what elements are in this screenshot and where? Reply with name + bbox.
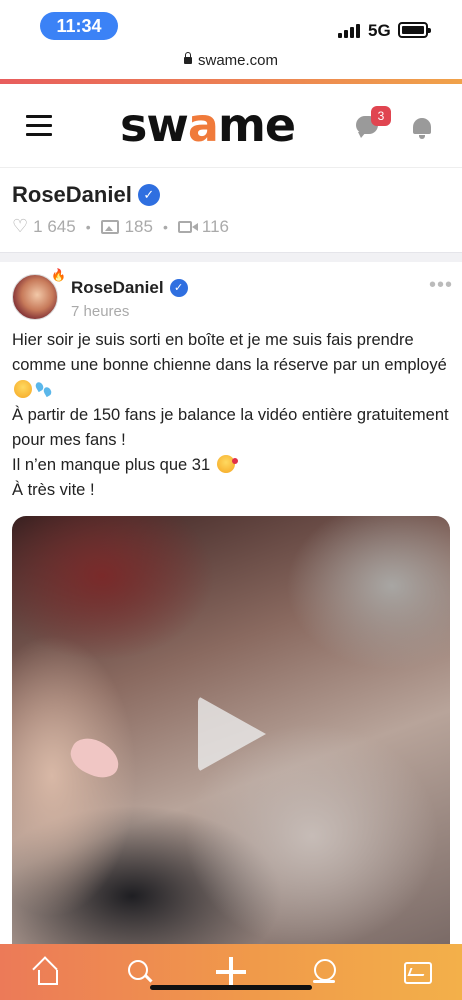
profile-header: RoseDaniel ✓: [12, 182, 160, 208]
likes-stat: ♡ 1 645: [12, 216, 76, 236]
lock-icon: [183, 52, 192, 64]
video-camera-icon: [177, 220, 198, 233]
profile-stats: ♡ 1 645 • 185 • 116: [12, 216, 229, 237]
more-options-icon[interactable]: •••: [429, 275, 453, 295]
image-icon: [100, 219, 119, 234]
url-bar[interactable]: swame.com: [0, 52, 462, 78]
video-content: [65, 732, 125, 784]
flame-icon: 🔥: [51, 268, 66, 282]
play-icon[interactable]: [198, 696, 266, 772]
status-bar: 11:34 5G: [0, 0, 462, 50]
post-author: RoseDaniel ✓: [71, 278, 188, 298]
clock: 11:34: [40, 12, 118, 40]
bottom-nav: [0, 944, 462, 1000]
swame-logo[interactable]: swame: [120, 98, 296, 152]
verified-icon: ✓: [169, 279, 188, 297]
signal-icon: [338, 24, 360, 38]
kiss-emoji-icon: [216, 455, 238, 473]
post-video[interactable]: [12, 516, 450, 946]
menu-icon[interactable]: [26, 115, 52, 137]
heart-icon: ♡: [12, 216, 29, 236]
notifications-icon[interactable]: [413, 118, 431, 139]
videos-stat[interactable]: 116: [177, 217, 229, 237]
plus-icon[interactable]: [216, 957, 246, 987]
yum-emoji-icon: [14, 380, 32, 398]
messages-badge: 3: [371, 106, 391, 126]
stats-icon[interactable]: [402, 958, 432, 986]
home-indicator: [150, 985, 312, 990]
sweat-droplets-emoji-icon: [34, 380, 54, 398]
url-text: swame.com: [197, 52, 279, 69]
post-time: 7 heures: [71, 303, 130, 320]
post-text: Hier soir je suis sorti en boîte et je m…: [12, 331, 449, 499]
search-icon[interactable]: [126, 958, 154, 986]
profile-name[interactable]: RoseDaniel: [12, 182, 132, 208]
battery-icon: [398, 22, 431, 38]
photos-stat[interactable]: 185: [100, 217, 153, 237]
app-header: swame 3: [0, 84, 462, 168]
post-author-name[interactable]: RoseDaniel: [71, 278, 164, 298]
section-divider: [0, 252, 462, 262]
network-label: 5G: [368, 21, 391, 40]
verified-icon: ✓: [137, 184, 160, 206]
home-icon[interactable]: [32, 958, 60, 986]
live-icon[interactable]: [310, 958, 338, 986]
